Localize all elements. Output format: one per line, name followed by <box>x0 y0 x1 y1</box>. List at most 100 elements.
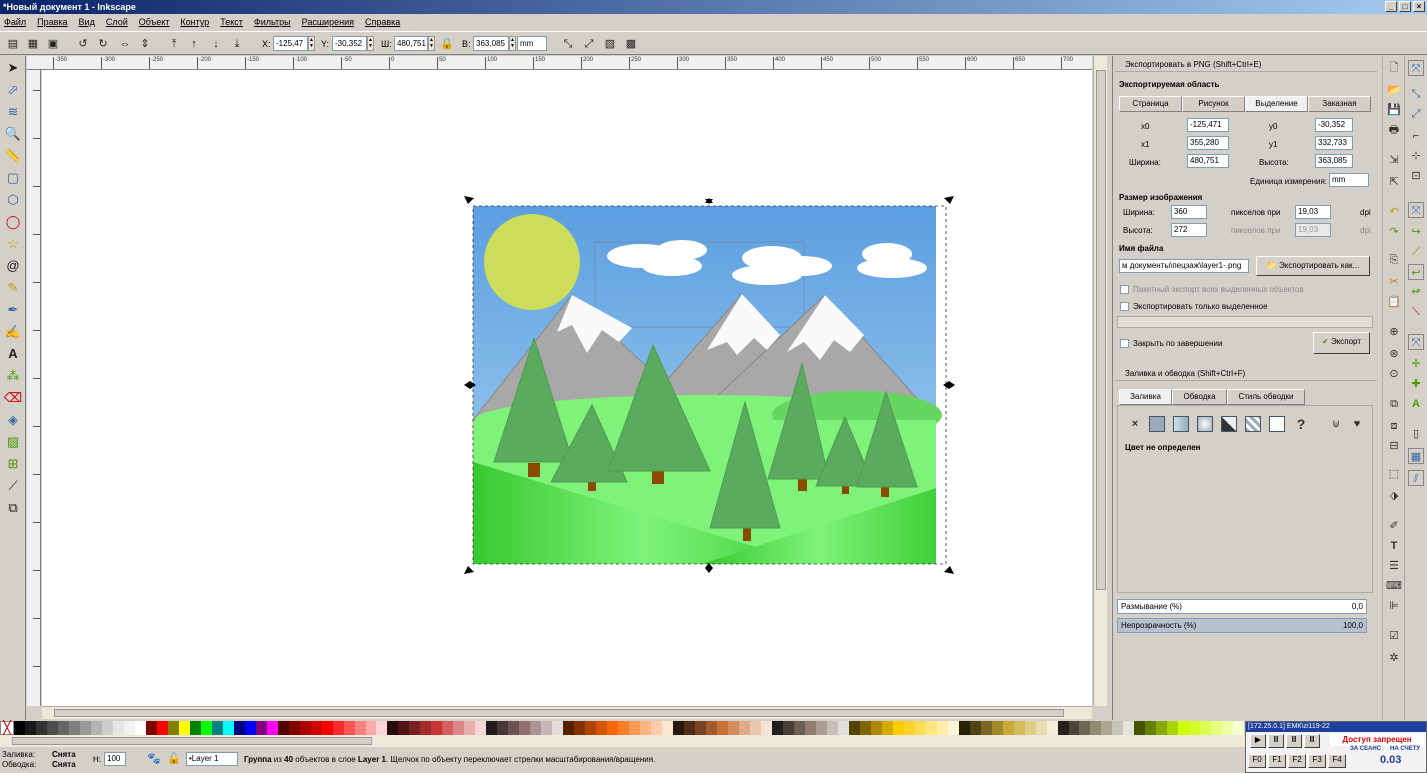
snap-line-midpoints-icon[interactable]: ⟍ <box>1408 304 1424 320</box>
color-swatch[interactable] <box>200 721 212 735</box>
width-input[interactable]: 480,751 <box>394 36 428 51</box>
color-swatch[interactable] <box>299 721 311 735</box>
batch-export-checkbox[interactable] <box>1120 285 1129 294</box>
palette-scroll-thumb[interactable] <box>12 737 372 745</box>
scale-stroke-icon[interactable]: ⤡ <box>560 36 576 52</box>
select-all-layers-icon[interactable]: ▦ <box>25 36 41 52</box>
color-swatch[interactable] <box>387 721 399 735</box>
color-swatch[interactable] <box>266 721 278 735</box>
menu-edit[interactable]: Правка <box>37 15 67 30</box>
media-icon-2[interactable]: Ⅲ <box>1286 734 1302 748</box>
color-swatch[interactable] <box>870 721 882 735</box>
lower-to-bottom-icon[interactable]: ⤓ <box>229 36 245 52</box>
color-swatch[interactable] <box>574 721 586 735</box>
import-icon[interactable]: ⇲ <box>1386 152 1402 168</box>
color-swatch[interactable] <box>310 721 322 735</box>
tab-stroke-style[interactable]: Стиль обводки <box>1227 389 1305 405</box>
snap-bbox-center-icon[interactable]: ⊡ <box>1408 168 1424 184</box>
height-spinner[interactable]: ▲ ▼ <box>509 36 516 51</box>
horizontal-scroll-thumb[interactable] <box>54 709 1064 717</box>
y1-input[interactable]: 332,733 <box>1315 136 1353 150</box>
only-selected-checkbox[interactable] <box>1120 302 1129 311</box>
color-swatch[interactable] <box>508 721 520 735</box>
lock-icon[interactable]: 🔒 <box>439 36 455 52</box>
color-swatch[interactable] <box>629 721 641 735</box>
layers-icon[interactable]: ☰ <box>1386 558 1402 574</box>
xml-editor-icon[interactable]: ⌨ <box>1386 578 1402 594</box>
rotate-cw-icon[interactable]: ↻ <box>95 36 111 52</box>
tab-fill[interactable]: Заливка <box>1119 389 1172 405</box>
menu-view[interactable]: Вид <box>79 15 95 30</box>
minimize-button[interactable]: _ <box>1385 1 1397 12</box>
color-swatch[interactable] <box>57 721 69 735</box>
duplicate-icon[interactable]: ⧉ <box>1386 396 1402 412</box>
color-swatch[interactable] <box>156 721 168 735</box>
text-font-icon[interactable]: T <box>1386 538 1402 554</box>
cut-icon[interactable]: ✂ <box>1386 274 1402 290</box>
color-swatch[interactable] <box>958 721 970 735</box>
color-swatch[interactable] <box>892 721 904 735</box>
color-swatch[interactable] <box>178 721 190 735</box>
ellipse-tool-icon[interactable]: ◯ <box>3 212 23 232</box>
radial-gradient-icon[interactable] <box>1197 416 1213 432</box>
print-icon[interactable]: 🖶 <box>1386 122 1402 138</box>
preferences-icon[interactable]: ☑ <box>1386 628 1402 644</box>
color-swatch[interactable] <box>409 721 421 735</box>
align-distribute-icon[interactable]: ⊫ <box>1386 598 1402 614</box>
color-swatch[interactable] <box>1167 721 1179 735</box>
menu-file[interactable]: Файл <box>4 15 26 30</box>
color-swatch[interactable] <box>607 721 619 735</box>
flip-vertical-icon[interactable]: ⇕ <box>137 36 153 52</box>
color-swatch[interactable] <box>343 721 355 735</box>
color-swatch[interactable] <box>354 721 366 735</box>
f3-button[interactable]: F3 <box>1308 754 1326 768</box>
raise-icon[interactable]: ↑ <box>186 36 202 52</box>
redo-icon[interactable]: ↷ <box>1386 224 1402 240</box>
media-icon-1[interactable]: Ⅲ <box>1268 734 1284 748</box>
stroke-status-value[interactable]: Снята <box>52 760 76 769</box>
fill-status-value[interactable]: Снята <box>52 750 76 759</box>
lower-icon[interactable]: ↓ <box>208 36 224 52</box>
maximize-button[interactable]: □ <box>1399 1 1411 12</box>
color-swatch[interactable] <box>90 721 102 735</box>
fill-stroke-icon[interactable]: ✐ <box>1386 518 1402 534</box>
px-width-input[interactable]: 360 <box>1171 205 1207 219</box>
color-swatch[interactable] <box>804 721 816 735</box>
color-swatch[interactable] <box>365 721 377 735</box>
snap-object-centers-icon[interactable]: ✛ <box>1408 356 1424 372</box>
color-swatch[interactable] <box>1046 721 1058 735</box>
color-swatch[interactable] <box>925 721 937 735</box>
media-icon-3[interactable]: Ⅲ <box>1304 734 1320 748</box>
color-swatch[interactable] <box>1002 721 1014 735</box>
select-all-icon[interactable]: ▤ <box>5 36 21 52</box>
menu-path[interactable]: Контур <box>180 15 209 30</box>
color-swatch[interactable] <box>541 721 553 735</box>
x0-input[interactable]: -125,471 <box>1187 118 1229 132</box>
color-swatch[interactable] <box>497 721 509 735</box>
color-swatch[interactable] <box>519 721 531 735</box>
color-swatch[interactable] <box>244 721 256 735</box>
color-swatch[interactable] <box>1200 721 1212 735</box>
y0-input[interactable]: -30,352 <box>1315 118 1353 132</box>
tab-selection[interactable]: Выделение <box>1245 96 1308 112</box>
horizontal-scrollbar[interactable] <box>42 706 1092 719</box>
color-swatch[interactable] <box>563 721 575 735</box>
tab-custom[interactable]: Заказная <box>1308 96 1371 112</box>
color-swatch[interactable] <box>552 721 564 735</box>
opacity-slider[interactable]: Непрозрачность (%) 100,0 <box>1117 618 1367 633</box>
snap-bbox-corner-icon[interactable]: ⌐ <box>1408 128 1424 144</box>
play-icon[interactable]: ▶ <box>1250 734 1266 748</box>
snap-others-icon[interactable]: ⤧ <box>1408 334 1424 350</box>
color-swatch[interactable] <box>1189 721 1201 735</box>
color-swatch[interactable] <box>936 721 948 735</box>
color-swatch[interactable] <box>1123 721 1135 735</box>
menu-filters[interactable]: Фильтры <box>254 15 291 30</box>
color-swatch[interactable] <box>903 721 915 735</box>
color-swatch[interactable] <box>662 721 674 735</box>
color-swatch[interactable] <box>881 721 893 735</box>
tab-page[interactable]: Страница <box>1119 96 1182 112</box>
color-swatch[interactable] <box>431 721 443 735</box>
snap-path-intersection-icon[interactable]: ⟋ <box>1408 244 1424 260</box>
text-tool-icon[interactable]: A <box>3 344 23 364</box>
color-swatch[interactable] <box>991 721 1003 735</box>
